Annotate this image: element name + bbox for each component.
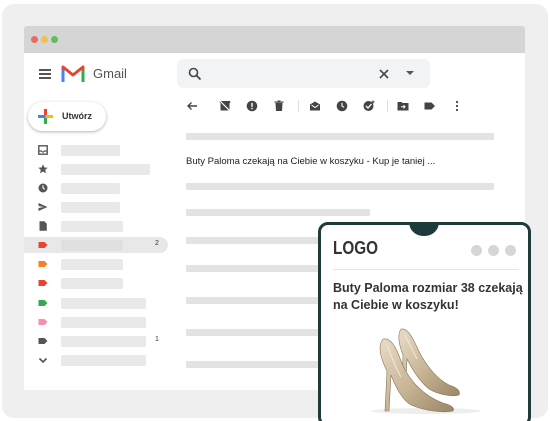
phone-notch	[409, 222, 439, 236]
draft-icon	[39, 221, 47, 231]
sidebar-item-label	[61, 145, 120, 156]
sidebar-item-label-red-2[interactable]	[24, 275, 168, 291]
search-icon[interactable]	[188, 67, 202, 81]
app-name: Gmail	[93, 66, 127, 81]
cart-reminder-message: Buty Paloma rozmiar 38 czekają na Ciebie…	[333, 281, 523, 312]
status-dot	[505, 245, 516, 256]
snooze-icon[interactable]	[336, 100, 348, 112]
sidebar-item-label	[61, 278, 123, 289]
compose-button[interactable]: Utwórz	[28, 102, 106, 131]
maximize-window-dot[interactable]	[51, 36, 58, 43]
sidebar-item-more[interactable]	[24, 352, 168, 368]
search-options-icon[interactable]	[406, 71, 414, 75]
archive-icon[interactable]	[219, 100, 231, 112]
sidebar-item-label	[61, 164, 150, 175]
gmail-logo-icon	[61, 65, 85, 82]
sidebar-item-inbox[interactable]	[24, 142, 168, 158]
send-icon	[38, 203, 48, 211]
sidebar-item-label-pink[interactable]	[24, 314, 168, 330]
sidebar-item-label	[61, 355, 146, 366]
inbox-icon	[38, 145, 48, 155]
sidebar-item-label-red[interactable]: 2	[24, 237, 168, 253]
report-spam-icon[interactable]	[246, 100, 258, 112]
sidebar-item-sent[interactable]	[24, 199, 168, 215]
add-to-tasks-icon[interactable]	[363, 100, 375, 112]
status-dot	[471, 245, 482, 256]
browser-title-bar	[24, 26, 525, 53]
brand-logo: LOGO	[333, 238, 379, 258]
phone-divider	[333, 269, 519, 270]
high-heel-shoes-image	[371, 328, 481, 414]
chevron-down-icon	[38, 357, 48, 364]
clock-icon	[38, 183, 48, 193]
search-input[interactable]	[177, 59, 430, 88]
sidebar-item-label	[61, 259, 123, 270]
toolbar-divider	[387, 100, 388, 112]
sidebar-item-label	[61, 202, 120, 213]
sidebar-item-label-green[interactable]	[24, 295, 168, 311]
sidebar-item-label	[61, 240, 123, 251]
unread-count: 1	[155, 336, 159, 343]
plus-icon	[38, 109, 53, 124]
close-window-dot[interactable]	[31, 36, 38, 43]
mark-unread-icon[interactable]	[309, 100, 321, 112]
star-icon	[38, 164, 48, 174]
sidebar-item-label	[61, 221, 123, 232]
list-item[interactable]	[186, 133, 494, 140]
sidebar-item-label	[61, 183, 120, 194]
phone-mockup: LOGO Buty Paloma rozmiar 38 czekają na C…	[318, 222, 531, 421]
label-as-icon[interactable]	[424, 100, 436, 112]
status-dot	[488, 245, 499, 256]
minimize-window-dot[interactable]	[41, 36, 48, 43]
list-item[interactable]	[186, 209, 370, 216]
close-icon[interactable]	[377, 67, 391, 81]
list-item[interactable]	[186, 183, 494, 190]
label-icon	[38, 338, 48, 344]
menu-icon[interactable]	[39, 69, 51, 79]
sidebar-item-label	[61, 336, 146, 347]
more-vert-icon[interactable]	[451, 100, 463, 112]
label-icon	[38, 280, 48, 286]
delete-icon[interactable]	[273, 100, 285, 112]
sidebar-item-label	[61, 298, 146, 309]
back-arrow-icon[interactable]	[186, 100, 198, 112]
label-icon	[38, 319, 48, 325]
label-icon	[38, 242, 48, 248]
email-subject[interactable]: Buty Paloma czekają na Ciebie w koszyku …	[186, 156, 435, 167]
unread-count: 2	[155, 240, 159, 247]
sidebar-item-snoozed[interactable]	[24, 180, 168, 196]
label-icon	[38, 261, 48, 267]
sidebar-item-starred[interactable]	[24, 161, 168, 177]
sidebar-item-label-dark[interactable]: 1	[24, 333, 168, 349]
move-to-icon[interactable]	[397, 100, 409, 112]
label-icon	[38, 300, 48, 306]
sidebar-item-drafts[interactable]	[24, 218, 168, 234]
toolbar-divider	[298, 100, 299, 112]
compose-label: Utwórz	[62, 111, 92, 121]
sidebar-item-label-orange[interactable]	[24, 256, 168, 272]
sidebar-item-label	[61, 317, 146, 328]
